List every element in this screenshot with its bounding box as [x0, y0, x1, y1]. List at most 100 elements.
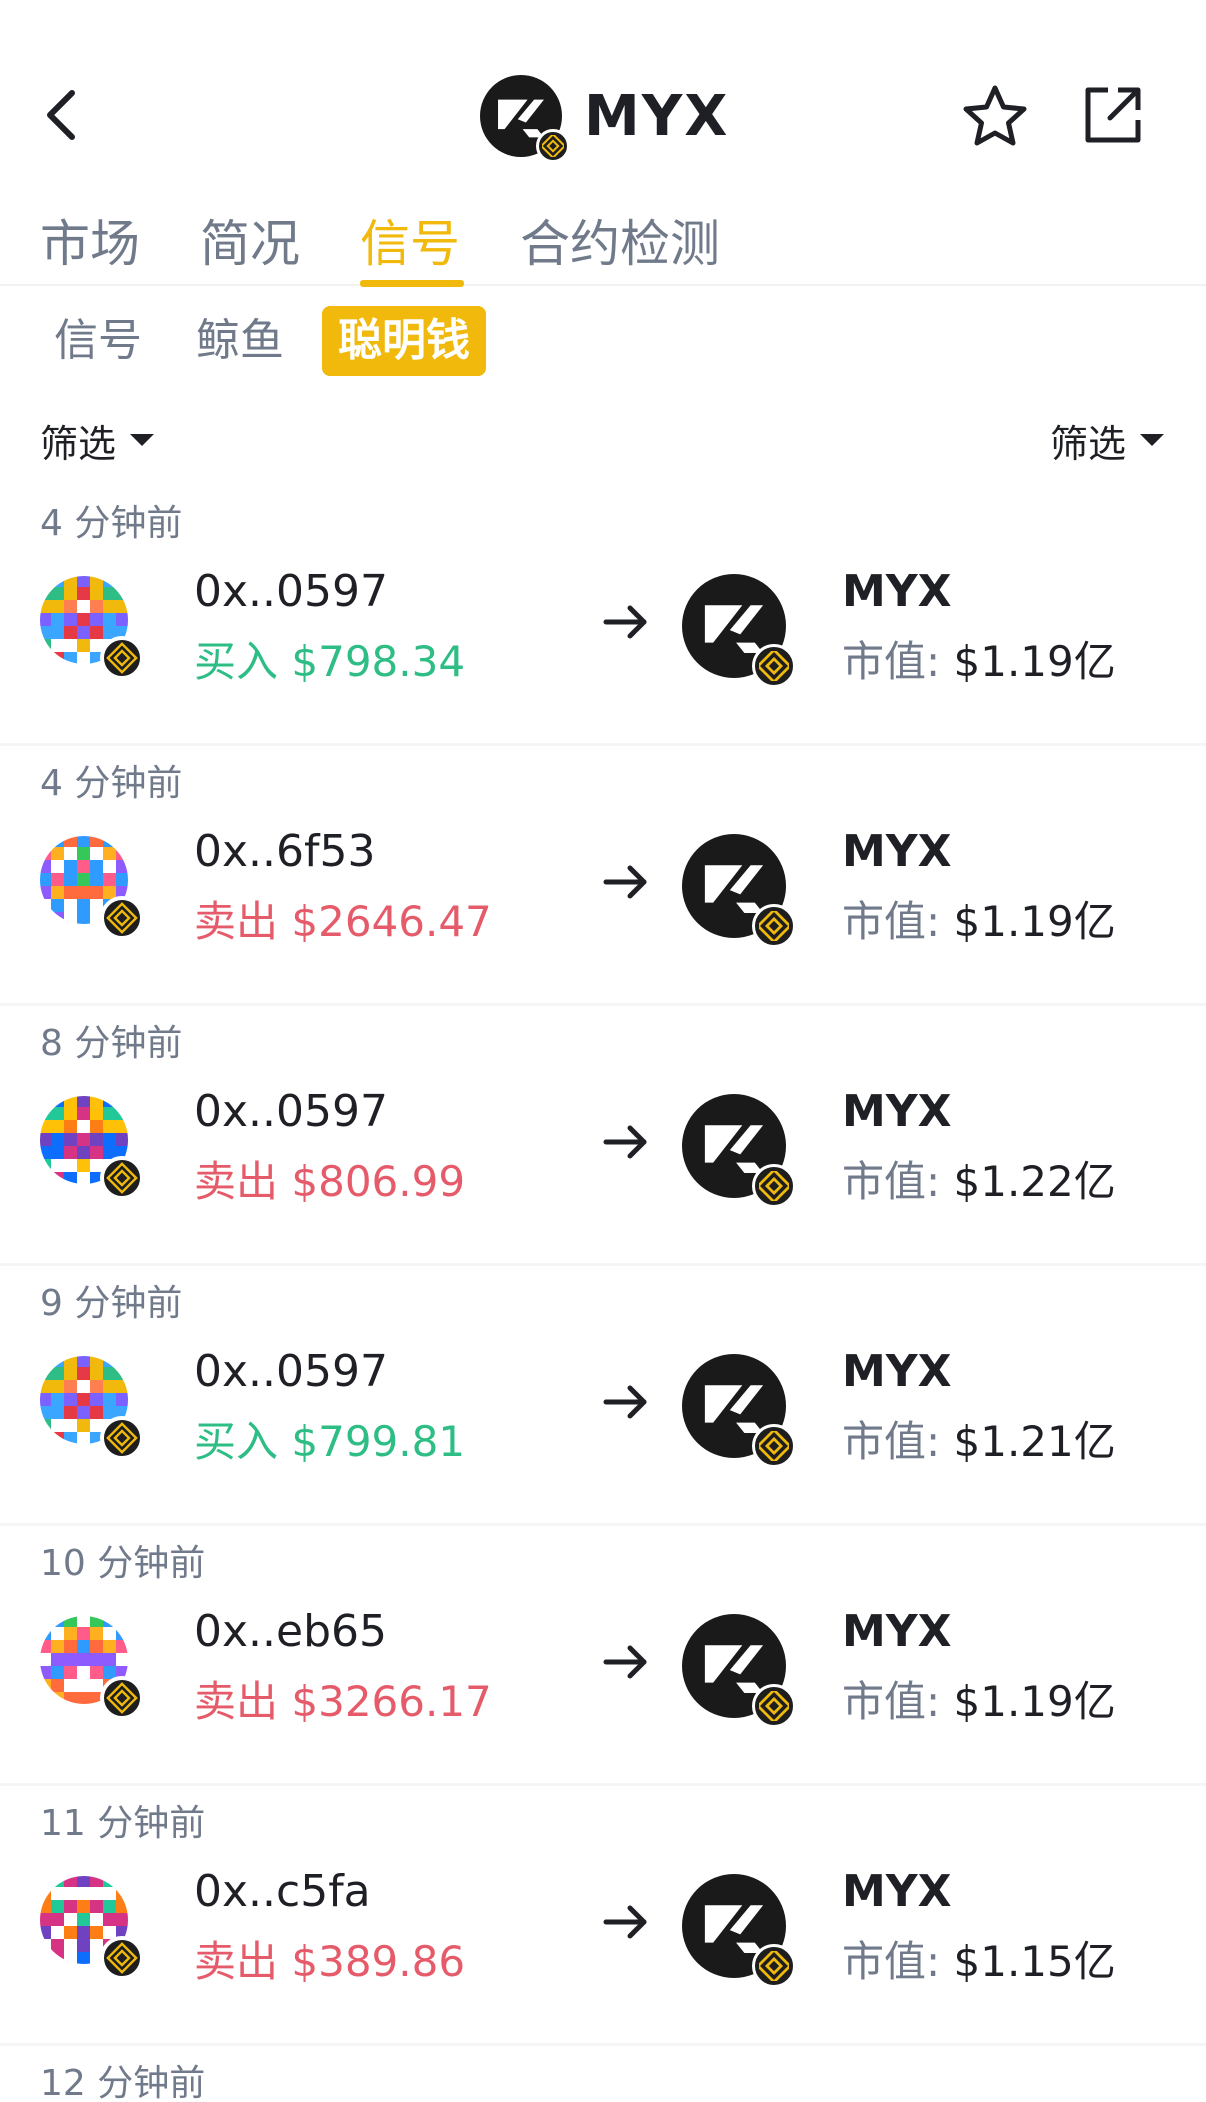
trade-action: 卖出 — [194, 1677, 279, 1726]
signal-time: 4 分钟前 — [40, 503, 183, 544]
signal-row[interactable]: 11 分钟前 0x..c5fa 卖出 $389.86 MYX 市值: $1.15… — [0, 1786, 1206, 2046]
trade-amount: $2646.47 — [291, 897, 492, 946]
signal-row[interactable]: 10 分钟前 0x..eb65 卖出 $3266.17 MYX 市值: $1.1… — [0, 1526, 1206, 1786]
trade-amount: $3266.17 — [291, 1677, 492, 1726]
token-name[interactable]: MYX — [842, 1086, 952, 1137]
tab-contract-check[interactable]: 合约检测 — [520, 204, 720, 276]
wallet-avatar[interactable] — [38, 1614, 146, 1722]
myx-logo-icon — [480, 75, 570, 163]
token-name[interactable]: MYX — [842, 1866, 952, 1917]
signal-time: 9 分钟前 — [40, 1283, 183, 1324]
smart-money-signal-list: 4 分钟前 0x..0597 买入 $798.34 MYX 市值: $1.19亿… — [0, 486, 1206, 2102]
bnb-chain-icon — [752, 1944, 796, 1988]
token-logo[interactable] — [682, 834, 796, 948]
market-cap-label: 市值: — [842, 637, 941, 686]
market-cap: 市值: $1.15亿 — [842, 1928, 1116, 1989]
wallet-address[interactable]: 0x..eb65 — [194, 1606, 387, 1657]
tab-market[interactable]: 市场 — [40, 204, 140, 276]
trade-info: 买入 $799.81 — [194, 1408, 465, 1469]
signal-row[interactable]: 8 分钟前 0x..0597 卖出 $806.99 MYX 市值: $1.22亿 — [0, 1006, 1206, 1266]
subtab-smart-money[interactable]: 聪明钱 — [322, 306, 486, 376]
trade-action: 卖出 — [194, 897, 279, 946]
market-cap-label: 市值: — [842, 1417, 941, 1466]
trade-info: 卖出 $3266.17 — [194, 1668, 492, 1729]
token-logo[interactable] — [682, 574, 796, 688]
signal-time: 11 分钟前 — [40, 1803, 206, 1844]
trade-action: 卖出 — [194, 1937, 279, 1986]
filter-left-label: 筛选 — [40, 421, 117, 466]
token-logo[interactable] — [682, 1354, 796, 1468]
token-logo[interactable] — [682, 1094, 796, 1208]
token-name[interactable]: MYX — [842, 1606, 952, 1657]
wallet-avatar[interactable] — [38, 1094, 146, 1202]
identicon-icon — [40, 1096, 144, 1200]
main-tab-bar: 市场 简况 信号 合约检测 — [0, 190, 1206, 287]
wallet-avatar[interactable] — [38, 1354, 146, 1462]
token-logo[interactable] — [682, 1614, 796, 1728]
filter-right-dropdown[interactable]: 筛选 — [1050, 412, 1165, 468]
trade-info: 卖出 $389.86 — [194, 1928, 465, 1989]
wallet-avatar[interactable] — [38, 834, 146, 942]
bnb-chain-icon — [536, 129, 570, 163]
bnb-chain-icon — [752, 1164, 796, 1208]
bnb-chain-icon — [752, 1424, 796, 1468]
signal-row-partial[interactable]: 12 分钟前 — [0, 2046, 1206, 2102]
tab-overview[interactable]: 简况 — [200, 204, 300, 276]
token-logo[interactable] — [682, 1874, 796, 1988]
market-cap-value: $1.15亿 — [953, 1937, 1116, 1986]
app-header: MYX — [0, 0, 1206, 200]
wallet-avatar[interactable] — [38, 1874, 146, 1982]
market-cap-label: 市值: — [842, 1937, 941, 1986]
identicon-icon — [40, 836, 144, 940]
signal-row[interactable]: 9 分钟前 0x..0597 买入 $799.81 MYX 市值: $1.21亿 — [0, 1266, 1206, 1526]
trade-info: 卖出 $2646.47 — [194, 888, 492, 949]
market-cap: 市值: $1.22亿 — [842, 1148, 1116, 1209]
favorite-button[interactable] — [960, 82, 1030, 152]
trade-amount: $799.81 — [291, 1417, 466, 1466]
sub-tab-bar: 信号 鲸鱼 聪明钱 — [0, 300, 1206, 378]
wallet-address[interactable]: 0x..c5fa — [194, 1866, 371, 1917]
trade-action: 卖出 — [194, 1157, 279, 1206]
signal-time: 8 分钟前 — [40, 1023, 183, 1064]
wallet-address[interactable]: 0x..6f53 — [194, 826, 375, 877]
signal-row[interactable]: 4 分钟前 0x..6f53 卖出 $2646.47 MYX 市值: $1.19… — [0, 746, 1206, 1006]
arrow-right-icon — [603, 865, 647, 899]
identicon-icon — [40, 1356, 144, 1460]
subtab-signals[interactable]: 信号 — [54, 306, 142, 376]
subtab-whales[interactable]: 鲸鱼 — [196, 306, 284, 376]
wallet-address[interactable]: 0x..0597 — [194, 1086, 388, 1137]
signal-time: 12 分钟前 — [40, 2063, 206, 2102]
wallet-address[interactable]: 0x..0597 — [194, 1346, 388, 1397]
page-title: MYX — [584, 83, 730, 149]
wallet-address[interactable]: 0x..0597 — [194, 566, 388, 617]
filter-left-dropdown[interactable]: 筛选 — [40, 412, 155, 468]
market-cap-value: $1.19亿 — [953, 637, 1116, 686]
token-name[interactable]: MYX — [842, 566, 952, 617]
market-cap: 市值: $1.19亿 — [842, 1668, 1116, 1729]
identicon-icon — [40, 576, 144, 680]
share-icon — [1085, 87, 1141, 143]
star-icon — [963, 85, 1027, 146]
tab-signals[interactable]: 信号 — [360, 204, 460, 276]
filter-right-label: 筛选 — [1050, 421, 1127, 466]
token-signals-page: MYX 市场 简况 信号 合约检测 信号 鲸鱼 聪明钱 筛选 筛选 4 分钟前 … — [0, 0, 1206, 2102]
bnb-chain-icon — [752, 1684, 796, 1728]
market-cap-value: $1.19亿 — [953, 897, 1116, 946]
token-name[interactable]: MYX — [842, 826, 952, 877]
arrow-right-icon — [603, 1385, 647, 1419]
trade-action: 买入 — [194, 637, 279, 686]
signal-time: 10 分钟前 — [40, 1543, 206, 1584]
market-cap-label: 市值: — [842, 1157, 941, 1206]
signal-time: 4 分钟前 — [40, 763, 183, 804]
trade-info: 卖出 $806.99 — [194, 1148, 465, 1209]
market-cap: 市值: $1.21亿 — [842, 1408, 1116, 1469]
identicon-icon — [40, 1876, 144, 1980]
bnb-chain-icon — [752, 644, 796, 688]
arrow-right-icon — [603, 1645, 647, 1679]
token-name[interactable]: MYX — [842, 1346, 952, 1397]
share-button[interactable] — [1078, 80, 1148, 150]
wallet-avatar[interactable] — [38, 574, 146, 682]
signal-row[interactable]: 4 分钟前 0x..0597 买入 $798.34 MYX 市值: $1.19亿 — [0, 486, 1206, 746]
arrow-right-icon — [603, 1905, 647, 1939]
back-button[interactable] — [30, 80, 90, 150]
